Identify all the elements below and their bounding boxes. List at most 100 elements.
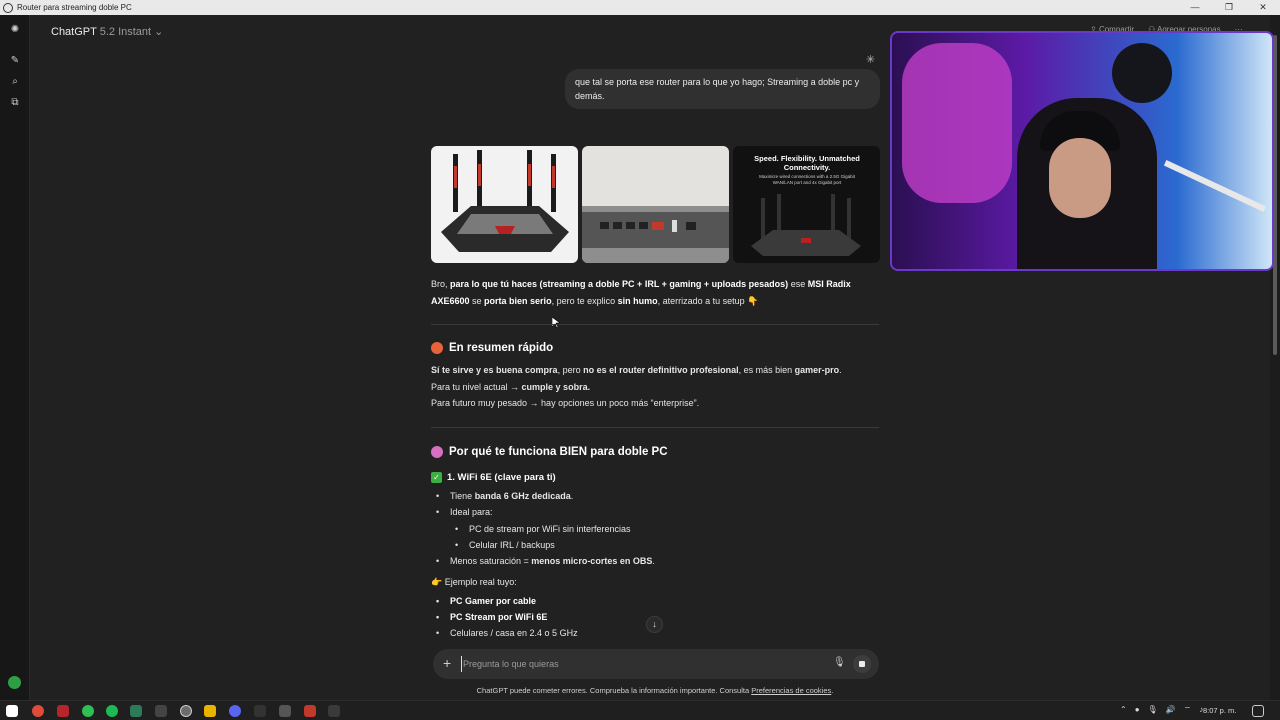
library-icon[interactable]: ⧉ [9, 97, 21, 109]
summary-bold: Sí te sirve y es buena compra [431, 365, 558, 375]
intro-bold: porta bien serio [484, 295, 552, 306]
chevron-up-icon[interactable]: ⌃ [1120, 705, 1127, 715]
disclaimer-text: ChatGPT puede cometer errores. Comprueba… [476, 686, 752, 695]
chevron-down-icon: ⌄ [154, 26, 164, 38]
app-icon[interactable] [279, 705, 291, 717]
summary-bold: cumple y sobra. [521, 381, 591, 392]
why-heading-text: Por qué te funciona BIEN para doble PC [449, 446, 668, 458]
new-chat-icon[interactable]: ✎ [9, 55, 21, 67]
divider [431, 324, 879, 325]
left-sidebar-rail: ✺ ✎ ⌕ ⧉ [0, 15, 30, 700]
app-icon[interactable] [304, 705, 316, 717]
cookie-preferences-link[interactable]: Preferencias de cookies [751, 686, 831, 695]
list-item: PC Gamer por cable [436, 596, 536, 606]
minimize-icon[interactable]: — [1178, 0, 1212, 15]
summary-text: . [839, 365, 842, 375]
search-icon[interactable]: ⌕ [9, 76, 21, 88]
window-controls: — ❐ ✕ [1178, 0, 1280, 15]
microphone-icon[interactable]: 🎙 [1148, 705, 1158, 715]
start-icon[interactable] [6, 705, 18, 717]
microphone-icon[interactable]: 🎙 [833, 657, 846, 671]
msi-icon[interactable] [57, 705, 69, 717]
image-results-strip: Speed. Flexibility. Unmatched Connectivi… [431, 146, 880, 263]
webcam-overlay [890, 31, 1274, 271]
close-icon[interactable]: ✕ [1246, 0, 1280, 15]
whatsapp-icon[interactable] [82, 705, 94, 717]
summary-heading-text: En resumen rápido [449, 342, 554, 354]
openai-logo-icon[interactable]: ✺ [9, 24, 21, 36]
message-composer: + 🎙 [433, 649, 879, 679]
li-bold: menos micro-cortes en OBS [531, 556, 653, 566]
intro-text: , aterrizado a tu setup 👇 [657, 295, 759, 306]
wifi-subheading: ✓ 1. WiFi 6E (clave para ti) [431, 472, 556, 483]
li-text: Tiene [450, 491, 475, 501]
obs-icon[interactable] [254, 705, 266, 717]
graffiti-logo [1112, 43, 1172, 103]
prompt-input[interactable] [461, 656, 821, 672]
notifications-icon[interactable] [1252, 705, 1264, 717]
router-image-front[interactable] [431, 146, 578, 263]
window-titlebar: Router para streaming doble PC — ❐ ✕ [0, 0, 1280, 15]
windows-taskbar: ⌃ ● 🎙 🔊 ⌔ ♪ 8:07 p. m. [0, 700, 1280, 720]
scroll-down-button[interactable]: ↓ [646, 616, 663, 633]
check-icon: ✓ [431, 472, 442, 483]
graffiti-figure [902, 43, 1012, 203]
chatgpt-app-icon [3, 2, 13, 13]
volume-icon[interactable]: 🔊 [1166, 705, 1176, 715]
divider [431, 427, 879, 428]
chrome-icon[interactable] [32, 705, 44, 717]
wifi-subheading-text: 1. WiFi 6E (clave para ti) [447, 472, 556, 483]
plus-icon[interactable]: + [443, 656, 451, 670]
summary-bold: no es el router definitivo profesional [583, 365, 739, 375]
app-icon[interactable] [328, 705, 340, 717]
maximize-icon[interactable]: ❐ [1212, 0, 1246, 15]
window-title: Router para streaming doble PC [17, 3, 132, 12]
spotify-icon[interactable] [106, 705, 118, 717]
list-item: Celulares / casa en 2.4 o 5 GHz [436, 628, 578, 638]
summary-line-3: Para futuro muy pesado → hay opciones un… [431, 398, 700, 408]
summary-bold: gamer-pro [794, 365, 840, 375]
summary-text: Para tu nivel actual → [431, 381, 522, 392]
mouse-cursor-icon [552, 317, 560, 329]
summary-line-2: Para tu nivel actual → cumple y sobra. [431, 379, 881, 396]
model-version: 5.2 Instant [99, 26, 152, 38]
summary-text: , pero [557, 365, 584, 375]
wifi-icon[interactable]: ⌔ [1184, 705, 1192, 715]
list-item: Menos saturación = menos micro-cortes en… [436, 556, 655, 566]
fire-icon [431, 342, 443, 354]
router-ports-illustration [582, 206, 729, 263]
streamer-face [1049, 138, 1111, 218]
summary-line-1: Sí te sirve y es buena compra, pero no e… [431, 362, 881, 379]
stop-generating-button[interactable] [853, 655, 871, 673]
model-selector[interactable]: ChatGPT 5.2 Instant ⌄ [51, 25, 163, 38]
intro-text: ese [788, 279, 808, 289]
taskbar-clock[interactable]: 8:07 p. m. [1203, 706, 1236, 715]
example-label: 👉 Ejemplo real tuyo: [431, 577, 517, 587]
li-text: Menos saturación = [450, 556, 532, 566]
disclaimer: ChatGPT puede cometer errores. Comprueba… [0, 686, 1280, 695]
mic-arm [1163, 160, 1267, 212]
disclaimer-text: . [831, 686, 834, 695]
system-tray: ⌃ ● 🎙 🔊 ⌔ ♪ [1120, 705, 1203, 715]
arrow-down-icon: ↓ [652, 619, 657, 629]
router-promo-illustration [751, 194, 861, 256]
summary-text: , es más bien [738, 365, 795, 375]
tray-app-icon[interactable]: ● [1135, 705, 1140, 715]
intro-text: Bro, [431, 279, 451, 289]
li-text: . [570, 491, 574, 501]
router-image-promo[interactable]: Speed. Flexibility. Unmatched Connectivi… [733, 146, 880, 263]
chatgpt-taskbar-icon[interactable] [180, 705, 192, 717]
sparkle-icon: ✳ [866, 54, 876, 66]
file-explorer-icon[interactable] [204, 705, 216, 717]
router-image-ports[interactable] [582, 146, 729, 263]
app-icon[interactable] [155, 705, 167, 717]
list-item: Tiene banda 6 GHz dedicada. [436, 491, 574, 501]
router-front-illustration [441, 150, 569, 252]
li-text: . [652, 556, 655, 566]
user-message-bubble: que tal se porta ese router para lo que … [565, 69, 880, 109]
assistant-intro-paragraph: Bro, para lo que tú haces (streaming a d… [431, 276, 881, 309]
app-icon[interactable] [130, 705, 142, 717]
summary-body: Sí te sirve y es buena compra, pero no e… [431, 362, 881, 412]
discord-icon[interactable] [229, 705, 241, 717]
why-heading: Por qué te funciona BIEN para doble PC [431, 446, 668, 458]
